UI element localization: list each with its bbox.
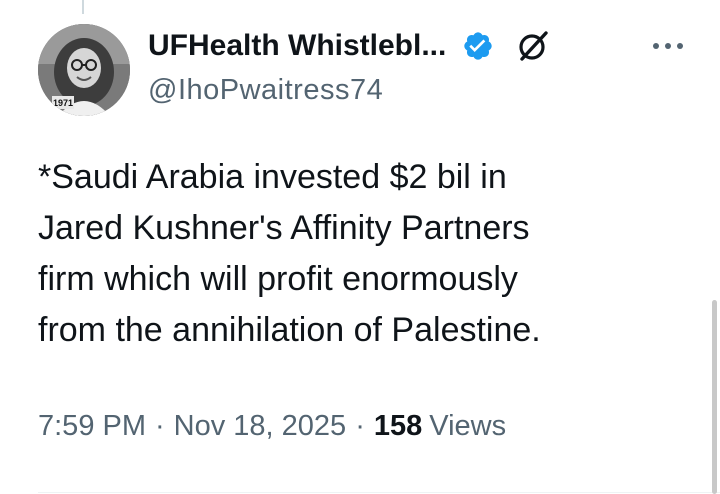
grok-icon[interactable] (516, 29, 550, 63)
tweet-date[interactable]: Nov 18, 2025 (174, 410, 347, 443)
tweet-header: UFHealth Whistlebl... @IhoPwaitress74 (148, 26, 688, 116)
tweet-metadata: 7:59 PM · Nov 18, 2025 · 158 Views (38, 410, 506, 443)
user-handle[interactable]: @IhoPwaitress74 (148, 74, 688, 107)
tweet-time[interactable]: 7:59 PM (38, 410, 146, 443)
verified-badge-icon[interactable] (462, 30, 494, 62)
views-count[interactable]: 158 (374, 410, 422, 443)
avatar-image: 1971 (38, 24, 130, 116)
display-name[interactable]: UFHealth Whistlebl... (148, 29, 446, 63)
avatar-caption: 1971 (53, 98, 73, 108)
more-options-icon[interactable] (648, 30, 688, 62)
meta-separator: · (155, 410, 165, 442)
avatar[interactable]: 1971 (38, 24, 130, 116)
tweet-detail-page: 1971 UFHealth Whistlebl... @IhoPwaitress… (0, 0, 720, 494)
views-label[interactable]: Views (429, 410, 506, 443)
thread-connector-line (82, 0, 84, 14)
meta-separator: · (355, 410, 365, 442)
scrollbar[interactable] (712, 300, 717, 494)
tweet-text: *Saudi Arabia invested $2 bil in Jared K… (38, 158, 541, 349)
name-row: UFHealth Whistlebl... (148, 26, 688, 66)
divider (38, 492, 720, 493)
